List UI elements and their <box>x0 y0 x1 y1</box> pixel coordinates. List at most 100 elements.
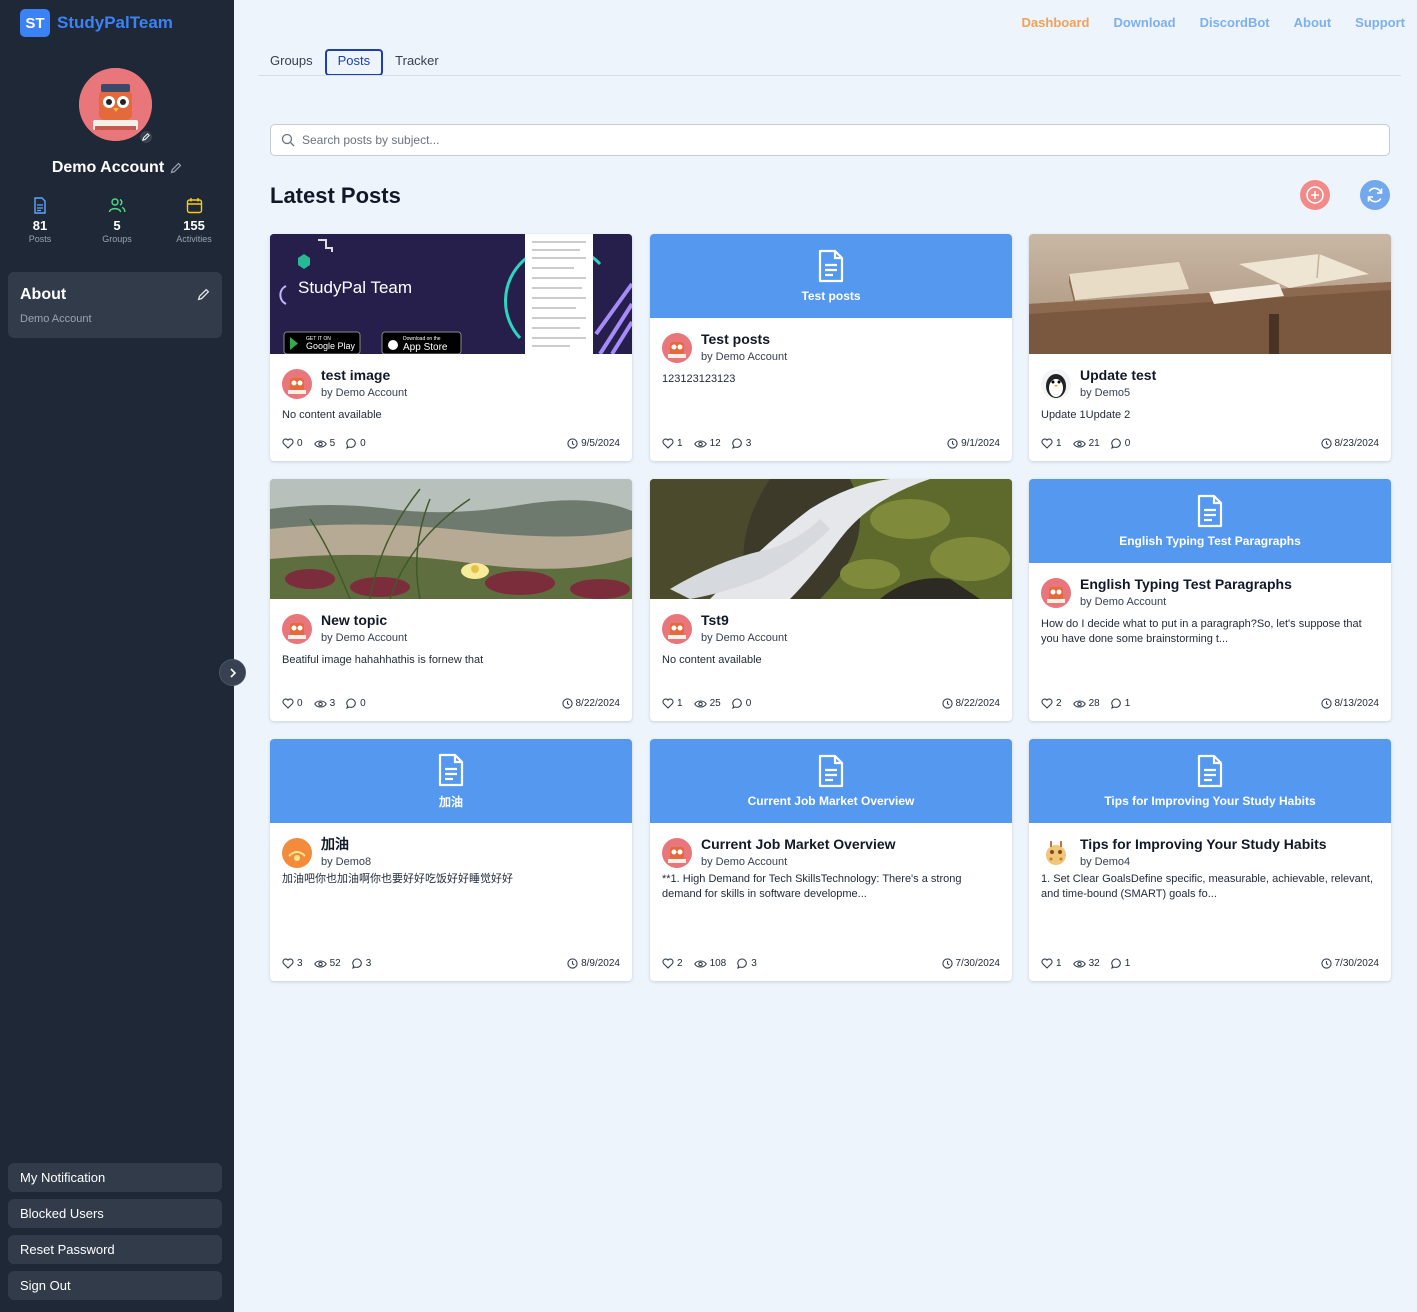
author-row: New topic by Demo Account <box>282 612 620 644</box>
owl-avatar <box>282 614 312 644</box>
post-content: 1. Set Clear GoalsDefine specific, measu… <box>1041 873 1374 900</box>
like-button[interactable]: 0 <box>282 438 303 449</box>
tab-posts[interactable]: Posts <box>324 49 384 76</box>
heart-icon <box>282 958 294 969</box>
reset-password-button[interactable]: Reset Password <box>8 1235 222 1264</box>
author-info: Test posts by Demo Account <box>701 331 787 363</box>
post-date: 8/13/2024 <box>1320 698 1379 709</box>
tab-groups[interactable]: Groups <box>258 49 325 76</box>
comment-button[interactable]: 3 <box>737 958 757 969</box>
post-footer: 0 5 0 9/5/2024 <box>282 438 620 449</box>
comment-button[interactable]: 3 <box>731 438 751 449</box>
comment-icon <box>731 438 742 449</box>
author-info: Tips for Improving Your Study Habits by … <box>1080 836 1327 868</box>
stat-value: 5 <box>113 218 121 233</box>
nav-support[interactable]: Support <box>1355 15 1405 30</box>
comment-button[interactable]: 0 <box>1110 438 1130 449</box>
nav-download[interactable]: Download <box>1113 15 1175 30</box>
post-card[interactable]: Test posts Test posts by Demo Account 12… <box>650 234 1012 461</box>
post-title[interactable]: Test posts <box>701 331 787 348</box>
search-input[interactable] <box>302 133 1302 147</box>
brand[interactable]: ST StudyPalTeam <box>20 9 173 37</box>
top-nav: Dashboard Download DiscordBot About Supp… <box>1022 15 1405 30</box>
post-title[interactable]: Update test <box>1080 367 1156 384</box>
comment-button[interactable]: 3 <box>351 958 371 969</box>
like-count: 1 <box>677 438 683 449</box>
like-button[interactable]: 1 <box>662 698 683 709</box>
post-card[interactable]: New topic by Demo Account Beatiful image… <box>270 479 632 721</box>
stat-posts[interactable]: 81 Posts <box>14 197 66 245</box>
tab-tracker[interactable]: Tracker <box>383 49 451 76</box>
nav-dashboard[interactable]: Dashboard <box>1022 15 1090 30</box>
sign-out-button[interactable]: Sign Out <box>8 1271 222 1300</box>
post-author: by Demo Account <box>701 632 788 644</box>
post-card[interactable]: 加油 加油 by Demo8 加油吧你也加油啊你也要好好吃饭好好睡觉好好 3 5… <box>270 739 632 981</box>
edit-avatar-icon[interactable] <box>138 129 154 145</box>
post-card[interactable]: StudyPal Team GET IT ON Google Play Down… <box>270 234 632 461</box>
post-title[interactable]: 加油 <box>321 836 371 853</box>
like-button[interactable]: 1 <box>1041 958 1062 969</box>
date-text: 9/5/2024 <box>581 438 620 449</box>
stat-groups[interactable]: 5 Groups <box>91 197 143 245</box>
tabs-divider <box>258 75 1401 76</box>
comment-button[interactable]: 0 <box>346 438 366 449</box>
post-title[interactable]: New topic <box>321 612 407 629</box>
heart-icon <box>1041 698 1053 709</box>
clock-icon <box>561 698 573 709</box>
nav-discordbot[interactable]: DiscordBot <box>1200 15 1270 30</box>
post-author: by Demo Account <box>1080 596 1167 608</box>
post-card[interactable]: Tst9 by Demo Account No content availabl… <box>650 479 1012 721</box>
post-body: 加油 by Demo8 加油吧你也加油啊你也要好好吃饭好好睡觉好好 <box>270 823 632 887</box>
nav-about[interactable]: About <box>1294 15 1332 30</box>
collapse-sidebar-button[interactable] <box>219 659 246 686</box>
comment-button[interactable]: 1 <box>1110 958 1130 969</box>
eye-icon <box>313 439 327 448</box>
post-footer: 1 21 0 8/23/2024 <box>1041 438 1379 449</box>
views: 32 <box>1072 958 1100 969</box>
refresh-button[interactable] <box>1360 180 1390 210</box>
view-count: 25 <box>709 698 721 709</box>
post-card[interactable]: Update test by Demo5 Update 1Update 2 1 … <box>1029 234 1391 461</box>
post-banner: English Typing Test Paragraphs <box>1029 479 1391 563</box>
post-author: by Demo4 <box>1080 856 1131 868</box>
profile-avatar[interactable] <box>79 68 154 145</box>
like-button[interactable]: 1 <box>662 438 683 449</box>
post-card[interactable]: English Typing Test Paragraphs English T… <box>1029 479 1391 721</box>
like-button[interactable]: 0 <box>282 698 303 709</box>
comment-button[interactable]: 1 <box>1110 698 1130 709</box>
post-content: 加油吧你也加油啊你也要好好吃饭好好睡觉好好 <box>282 873 513 885</box>
views: 5 <box>313 438 335 449</box>
eye-icon <box>693 699 707 708</box>
edit-about-icon[interactable] <box>197 288 210 301</box>
post-title[interactable]: Tips for Improving Your Study Habits <box>1080 836 1327 853</box>
comment-button[interactable]: 0 <box>731 698 751 709</box>
author-info: Current Job Market Overview by Demo Acco… <box>701 836 896 868</box>
post-title[interactable]: Current Job Market Overview <box>701 836 896 853</box>
stat-activities[interactable]: 155 Activities <box>168 197 220 245</box>
views: 3 <box>313 698 335 709</box>
edit-name-icon[interactable] <box>170 162 182 174</box>
blocked-users-button[interactable]: Blocked Users <box>8 1199 222 1228</box>
post-content: No content available <box>662 654 762 666</box>
users-icon <box>108 198 126 213</box>
my-notification-button[interactable]: My Notification <box>8 1163 222 1192</box>
post-card[interactable]: Tips for Improving Your Study Habits Tip… <box>1029 739 1391 981</box>
like-button[interactable]: 3 <box>282 958 303 969</box>
owl-avatar <box>1041 578 1071 608</box>
add-post-button[interactable] <box>1300 180 1330 210</box>
like-button[interactable]: 1 <box>1041 438 1062 449</box>
like-button[interactable]: 2 <box>1041 698 1062 709</box>
post-card[interactable]: Current Job Market Overview Current Job … <box>650 739 1012 981</box>
post-title[interactable]: Tst9 <box>701 612 787 629</box>
stat-value: 155 <box>183 218 205 233</box>
like-button[interactable]: 2 <box>662 958 683 969</box>
post-title[interactable]: English Typing Test Paragraphs <box>1080 576 1292 593</box>
post-title[interactable]: test image <box>321 367 407 384</box>
post-image <box>1029 234 1391 354</box>
like-count: 0 <box>297 698 303 709</box>
author-row: Update test by Demo5 <box>1041 367 1379 399</box>
date-text: 7/30/2024 <box>955 958 1001 969</box>
sidebar: ST StudyPalTeam Demo Account 81 Posts 5 … <box>0 0 246 1312</box>
heart-icon <box>1041 438 1053 449</box>
comment-button[interactable]: 0 <box>346 698 366 709</box>
